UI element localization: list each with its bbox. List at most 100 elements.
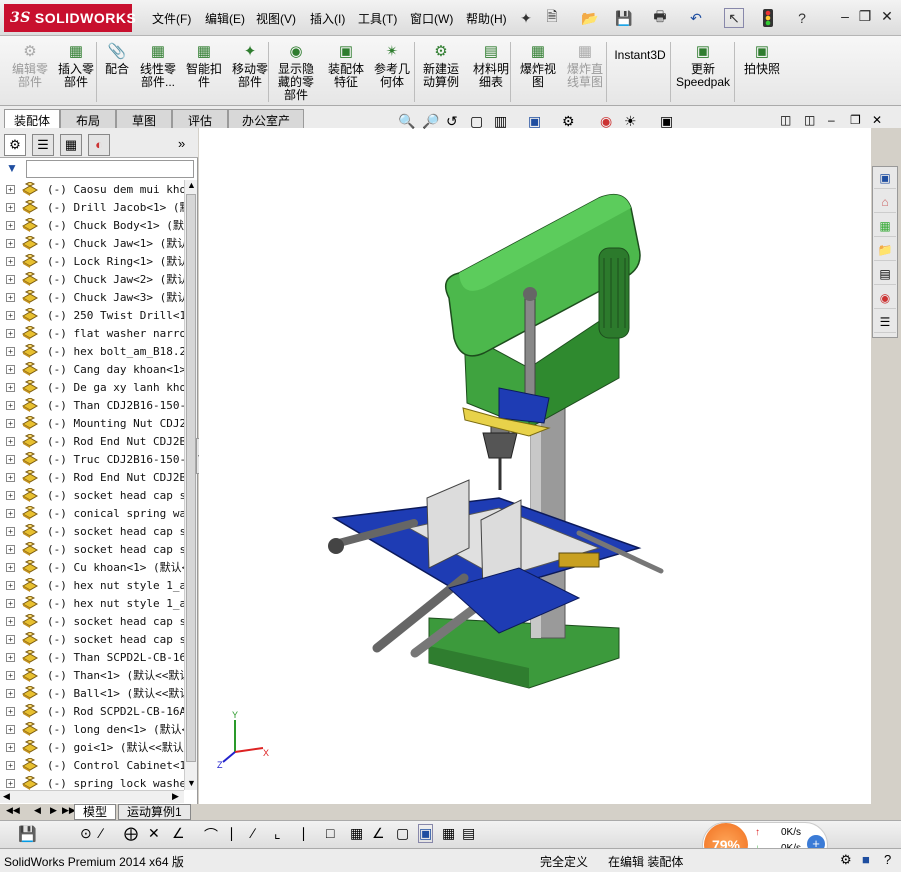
display-manager-tab-icon[interactable]: ◐ (88, 134, 110, 156)
tree-item[interactable]: + (-) socket head cap scr (0, 522, 184, 540)
tree-item[interactable]: + (-) socket head cap scr (0, 630, 184, 648)
point-icon[interactable]: ⊙ (80, 825, 92, 842)
command-linear-pattern-button[interactable]: ▦ 线性零 部件... (136, 40, 180, 89)
tree-item[interactable]: + (-) Truc CDJ2B16-150-B< (0, 450, 184, 468)
command-smart-fastener-button[interactable]: ▦ 智能扣 件 (184, 40, 224, 89)
fillet-icon[interactable]: ⌒ (204, 825, 218, 845)
print-icon[interactable]: 🖶 (650, 8, 670, 28)
tree-item[interactable]: + (-) conical spring wash (0, 504, 184, 522)
tree-item[interactable]: + (-) Rod SCPD2L-CB-16A-5 (0, 702, 184, 720)
command-edit-component-button[interactable]: ⚙ 编辑零 部件 (10, 40, 50, 89)
tree-item[interactable]: + (-) hex bolt_am_B18.2.3 (0, 342, 184, 360)
file-explorer-icon[interactable]: 📁 (874, 239, 896, 261)
filter-icon[interactable]: ▼ (6, 161, 18, 175)
help-question-icon[interactable]: ? (792, 8, 812, 28)
scene-icon[interactable]: ☀ (624, 113, 637, 130)
scroll-right-icon[interactable]: ▶ (172, 791, 179, 802)
expand-plus-icon[interactable]: + (6, 688, 15, 698)
expand-plus-icon[interactable]: + (6, 670, 15, 680)
tree-item[interactable]: + (-) Rod End Nut CDJ2B16 (0, 468, 184, 486)
expand-plus-icon[interactable]: + (6, 256, 15, 266)
tree-item[interactable]: + (-) Than<1> (默认<<默认 (0, 666, 184, 684)
view-orientation-icon[interactable]: ▣ (528, 113, 541, 130)
solidworks-logo[interactable]: 3S SOLIDWORKS (4, 4, 136, 32)
open-folder-icon[interactable]: 📂 (580, 8, 600, 28)
tree-item[interactable]: + (-) Cang day khoan<1> ( (0, 360, 184, 378)
help-icon[interactable]: ? (884, 852, 891, 867)
box-icon[interactable]: ▢ (396, 825, 409, 842)
previous-view-icon[interactable]: ↺ (446, 113, 458, 130)
viewport-restore-icon[interactable]: ❐ (850, 113, 861, 127)
mirror-icon[interactable]: ∣ (300, 825, 307, 842)
tab-office-products[interactable]: 办公室产品 (228, 109, 304, 145)
expand-plus-icon[interactable]: + (6, 202, 15, 212)
menu-view[interactable]: 视图(V) (256, 10, 296, 27)
bom-table-icon[interactable]: ▤ (462, 825, 475, 842)
restore-icon[interactable]: ❐ (856, 8, 874, 26)
tree-item[interactable]: + (-) Ball<1> (默认<<默认 (0, 684, 184, 702)
trim-icon[interactable]: ✕ (148, 825, 160, 842)
tab-nav-prev-icon[interactable]: ◀ (34, 805, 41, 816)
tab-layout[interactable]: 布局 (60, 109, 116, 128)
command-bom-button[interactable]: ▤ 材料明 细表 (470, 40, 512, 89)
scroll-left-icon[interactable]: ◀ (3, 791, 10, 802)
expand-plus-icon[interactable]: + (6, 742, 15, 752)
menu-tools[interactable]: 工具(T) (358, 10, 397, 27)
expand-plus-icon[interactable]: + (6, 238, 15, 248)
tree-item[interactable]: + (-) De ga xy lanh khoan (0, 378, 184, 396)
tab-evaluate[interactable]: 评估 (172, 109, 228, 128)
command-insert-component-button[interactable]: ▦ 插入零 部件 (56, 40, 96, 89)
expand-plus-icon[interactable]: + (6, 328, 15, 338)
appearances-icon[interactable]: ◉ (874, 287, 896, 309)
undo-icon[interactable]: ↶ (686, 8, 706, 28)
command-reference-geometry-button[interactable]: ✴ 参考几 何体 (372, 40, 412, 89)
expand-plus-icon[interactable]: + (6, 472, 15, 482)
expand-plus-icon[interactable]: + (6, 310, 15, 320)
command-assembly-feature-button[interactable]: ▣ 装配体 特征 (326, 40, 366, 89)
menu-window[interactable]: 窗口(W) (410, 10, 453, 27)
traffic-light-icon[interactable] (758, 8, 778, 28)
expand-plus-icon[interactable]: + (6, 382, 15, 392)
tree-scrollbar[interactable]: ▲ ▼ (184, 180, 197, 790)
command-instant3d-button[interactable]: Instant3D (612, 40, 668, 62)
tab-model[interactable]: 模型 (74, 804, 117, 820)
expand-plus-icon[interactable]: + (6, 508, 15, 518)
tree-item[interactable]: + (-) hex nut style 1_am_ (0, 594, 184, 612)
tree-item[interactable]: + (-) spring lock washer_ (0, 774, 184, 790)
command-snapshot-button[interactable]: ▣ 拍快照 (740, 40, 784, 76)
menu-help[interactable]: 帮助(H) (466, 10, 507, 27)
tree-item[interactable]: + (-) Than SCPD2L-CB-16A- (0, 648, 184, 666)
tile-vertical-icon[interactable]: ◫ (804, 113, 815, 127)
save-icon[interactable]: 💾 (18, 825, 37, 843)
menu-edit[interactable]: 编辑(E) (205, 10, 245, 27)
tab-nav-first-icon[interactable]: ◀◀ (6, 805, 20, 816)
tree-item[interactable]: + (-) Mounting Nut CDJ2B1 (0, 414, 184, 432)
expand-plus-icon[interactable]: + (6, 598, 15, 608)
viewport-minimize-icon[interactable]: – (828, 113, 835, 127)
expand-plus-icon[interactable]: + (6, 346, 15, 356)
angle-dimension-icon[interactable]: ∠ (372, 825, 385, 842)
expand-plus-icon[interactable]: + (6, 562, 15, 572)
tree-item[interactable]: + (-) Control Cabinet<1> (0, 756, 184, 774)
design-library-icon[interactable]: ▦ (874, 215, 896, 237)
rebuild-icon[interactable]: ⚙ (840, 852, 852, 868)
tree-item[interactable]: + (-) hex nut style 1_am_ (0, 576, 184, 594)
menu-insert[interactable]: 插入(I) (310, 10, 345, 27)
expand-plus-icon[interactable]: + (6, 706, 15, 716)
dimension-icon[interactable]: □ (326, 825, 334, 841)
scroll-up-icon[interactable]: ▲ (187, 180, 196, 190)
expand-plus-icon[interactable]: + (6, 652, 15, 662)
tree-item[interactable]: + (-) socket head cap scr (0, 612, 184, 630)
close-icon[interactable]: ✕ (878, 8, 896, 26)
expand-plus-icon[interactable]: + (6, 364, 15, 374)
command-explode-line-button[interactable]: ▦ 爆炸直 线草图 (564, 40, 606, 89)
graphics-viewport[interactable]: Y X Z (199, 128, 871, 804)
angle-icon[interactable]: ∠ (172, 825, 185, 842)
command-mate-button[interactable]: 📎 配合 (102, 40, 132, 76)
scroll-down-icon[interactable]: ▼ (187, 778, 196, 788)
expand-plus-icon[interactable]: + (6, 436, 15, 446)
expand-plus-icon[interactable]: + (6, 418, 15, 428)
tree-item[interactable]: + (-) Caosu dem mui khoan (0, 180, 184, 198)
tree-item[interactable]: + (-) socket head cap scr (0, 486, 184, 504)
shaded-icon[interactable]: ▣ (418, 824, 434, 843)
